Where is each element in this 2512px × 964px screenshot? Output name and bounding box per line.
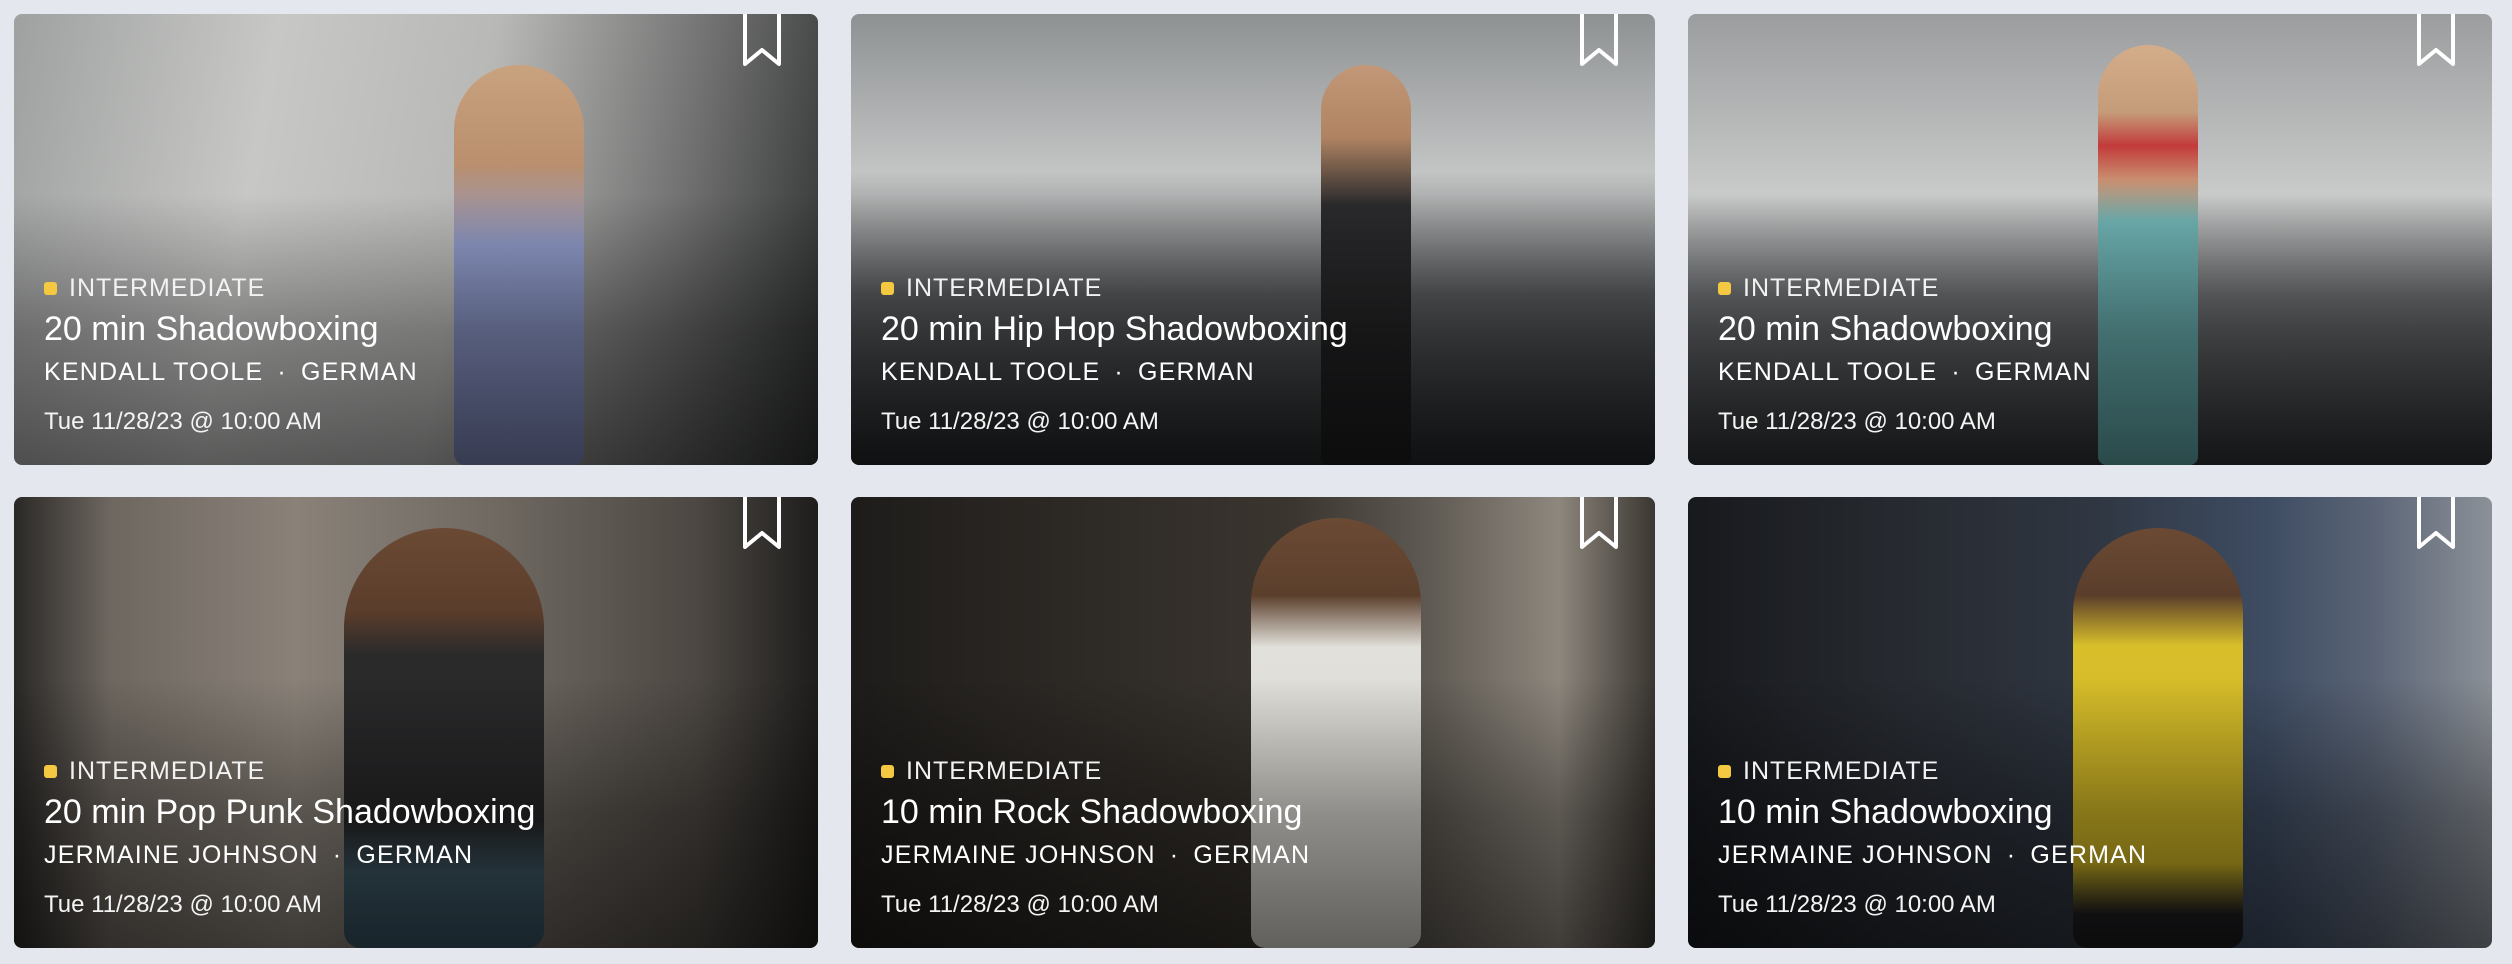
- class-info: INTERMEDIATE 20 min Hip Hop Shadowboxing…: [881, 272, 1348, 442]
- level-label: INTERMEDIATE: [69, 756, 266, 785]
- instructor-name: JERMAINE JOHNSON: [881, 841, 1156, 869]
- class-language: GERMAN: [1193, 841, 1311, 869]
- meta-separator: ·: [277, 358, 287, 386]
- level-label: INTERMEDIATE: [1743, 756, 1940, 785]
- meta-separator: ·: [1114, 358, 1124, 386]
- class-card[interactable]: INTERMEDIATE 20 min Shadowboxing KENDALL…: [1688, 14, 2492, 465]
- meta-separator: ·: [2006, 841, 2017, 869]
- difficulty-level: INTERMEDIATE: [881, 272, 1348, 304]
- class-title: 20 min Hip Hop Shadowboxing: [881, 310, 1348, 348]
- level-dot-icon: [44, 281, 57, 295]
- instructor-name: KENDALL TOOLE: [881, 358, 1101, 386]
- class-date: Tue 11/28/23 @ 10:00 AM: [44, 891, 322, 918]
- meta-separator: ·: [1169, 841, 1180, 869]
- class-title: 10 min Rock Shadowboxing: [881, 793, 1303, 831]
- class-title: 20 min Shadowboxing: [44, 310, 379, 348]
- class-info: INTERMEDIATE 20 min Shadowboxing KENDALL…: [1718, 272, 2092, 442]
- level-label: INTERMEDIATE: [69, 273, 266, 302]
- class-meta: KENDALL TOOLE · GERMAN: [1718, 358, 2092, 394]
- bookmark-icon[interactable]: [1579, 14, 1619, 68]
- bookmark-icon[interactable]: [1579, 497, 1619, 551]
- meta-separator: ·: [332, 841, 343, 869]
- class-date: Tue 11/28/23 @ 10:00 AM: [1718, 408, 1996, 435]
- class-meta: JERMAINE JOHNSON · GERMAN: [881, 841, 1310, 877]
- class-title: 10 min Shadowboxing: [1718, 793, 2053, 831]
- class-date: Tue 11/28/23 @ 10:00 AM: [44, 408, 322, 435]
- difficulty-level: INTERMEDIATE: [44, 755, 535, 787]
- class-card[interactable]: INTERMEDIATE 20 min Shadowboxing KENDALL…: [14, 14, 818, 465]
- class-info: INTERMEDIATE 10 min Shadowboxing JERMAIN…: [1718, 755, 2147, 925]
- instructor-name: JERMAINE JOHNSON: [1718, 841, 1993, 869]
- class-meta: KENDALL TOOLE · GERMAN: [44, 358, 418, 394]
- bookmark-icon[interactable]: [2416, 497, 2456, 551]
- class-grid: INTERMEDIATE 20 min Shadowboxing KENDALL…: [0, 0, 2512, 964]
- class-card[interactable]: INTERMEDIATE 10 min Shadowboxing JERMAIN…: [1688, 497, 2492, 948]
- class-title: 20 min Shadowboxing: [1718, 310, 2053, 348]
- class-meta: JERMAINE JOHNSON · GERMAN: [44, 841, 535, 877]
- level-label: INTERMEDIATE: [1743, 273, 1940, 302]
- level-label: INTERMEDIATE: [906, 756, 1103, 785]
- level-dot-icon: [881, 764, 894, 778]
- class-info: INTERMEDIATE 20 min Pop Punk Shadowboxin…: [44, 755, 535, 925]
- class-language: GERMAN: [1974, 358, 2092, 386]
- meta-separator: ·: [1951, 358, 1961, 386]
- class-info: INTERMEDIATE 20 min Shadowboxing KENDALL…: [44, 272, 418, 442]
- difficulty-level: INTERMEDIATE: [1718, 272, 2092, 304]
- difficulty-level: INTERMEDIATE: [1718, 755, 2147, 787]
- level-dot-icon: [44, 764, 57, 778]
- bookmark-icon[interactable]: [742, 14, 782, 68]
- level-dot-icon: [881, 281, 894, 295]
- class-language: GERMAN: [1137, 358, 1255, 386]
- level-dot-icon: [1718, 281, 1731, 295]
- difficulty-level: INTERMEDIATE: [881, 755, 1310, 787]
- class-date: Tue 11/28/23 @ 10:00 AM: [1718, 891, 1996, 918]
- difficulty-level: INTERMEDIATE: [44, 272, 418, 304]
- instructor-name: JERMAINE JOHNSON: [44, 841, 319, 869]
- class-info: INTERMEDIATE 10 min Rock Shadowboxing JE…: [881, 755, 1310, 925]
- class-language: GERMAN: [356, 841, 474, 869]
- class-card[interactable]: INTERMEDIATE 20 min Pop Punk Shadowboxin…: [14, 497, 818, 948]
- bookmark-icon[interactable]: [742, 497, 782, 551]
- class-date: Tue 11/28/23 @ 10:00 AM: [881, 408, 1159, 435]
- class-meta: KENDALL TOOLE · GERMAN: [881, 358, 1348, 394]
- level-dot-icon: [1718, 764, 1731, 778]
- class-language: GERMAN: [2030, 841, 2148, 869]
- class-card[interactable]: INTERMEDIATE 10 min Rock Shadowboxing JE…: [851, 497, 1655, 948]
- class-title: 20 min Pop Punk Shadowboxing: [44, 793, 536, 831]
- class-card[interactable]: INTERMEDIATE 20 min Hip Hop Shadowboxing…: [851, 14, 1655, 465]
- class-date: Tue 11/28/23 @ 10:00 AM: [881, 891, 1159, 918]
- bookmark-icon[interactable]: [2416, 14, 2456, 68]
- class-meta: JERMAINE JOHNSON · GERMAN: [1718, 841, 2147, 877]
- instructor-name: KENDALL TOOLE: [1718, 358, 1938, 386]
- class-language: GERMAN: [300, 358, 418, 386]
- instructor-name: KENDALL TOOLE: [44, 358, 264, 386]
- level-label: INTERMEDIATE: [906, 273, 1103, 302]
